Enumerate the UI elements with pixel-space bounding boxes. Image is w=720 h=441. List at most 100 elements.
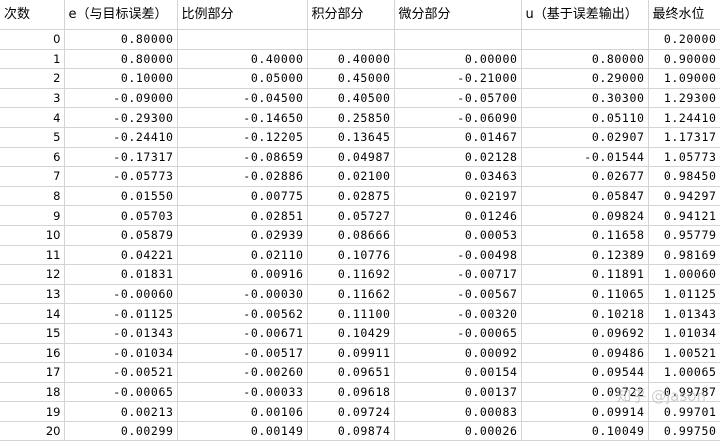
row-index-cell[interactable]: 0 [0,29,65,50]
row-index-cell[interactable]: 4 [0,107,65,128]
table-cell[interactable]: 0.02939 [177,225,308,246]
column-header[interactable]: e（与目标误差） [64,0,178,30]
table-cell[interactable]: 0.02677 [521,166,649,187]
table-cell[interactable]: 0.40000 [177,49,308,70]
table-cell[interactable]: -0.00033 [177,382,308,403]
row-index-cell[interactable]: 16 [0,343,65,364]
table-cell[interactable]: 0.00000 [394,49,522,70]
table-cell[interactable]: 0.00106 [177,401,308,422]
table-cell[interactable]: 0.40500 [307,88,395,109]
table-cell[interactable]: -0.00065 [64,382,178,403]
table-cell[interactable]: 0.80000 [64,29,178,50]
table-cell[interactable]: -0.00671 [177,323,308,344]
table-cell[interactable]: -0.21000 [394,68,522,89]
table-cell[interactable] [521,29,649,50]
table-cell[interactable]: 0.09651 [307,362,395,383]
table-cell[interactable]: 0.05879 [64,225,178,246]
table-cell[interactable]: 0.01831 [64,264,178,285]
table-cell[interactable]: 0.00026 [394,421,522,441]
column-header[interactable]: u（基于误差输出） [521,0,649,30]
table-cell[interactable]: 0.00137 [394,382,522,403]
table-cell[interactable]: 0.09722 [521,382,649,403]
table-cell[interactable]: 0.99701 [648,401,720,422]
row-index-cell[interactable]: 8 [0,186,65,207]
table-cell[interactable]: -0.00562 [177,303,308,324]
table-cell[interactable]: -0.00498 [394,245,522,266]
table-cell[interactable]: 0.05110 [521,107,649,128]
table-cell[interactable]: 0.02875 [307,186,395,207]
table-cell[interactable]: -0.12205 [177,127,308,148]
table-cell[interactable]: 1.00060 [648,264,720,285]
row-index-cell[interactable]: 6 [0,147,65,168]
table-cell[interactable]: -0.17317 [64,147,178,168]
table-cell[interactable]: 0.02110 [177,245,308,266]
row-index-cell[interactable]: 2 [0,68,65,89]
table-cell[interactable]: 0.40000 [307,49,395,70]
table-cell[interactable]: -0.00567 [394,284,522,305]
column-header[interactable]: 微分部分 [394,0,522,30]
table-cell[interactable]: 0.11891 [521,264,649,285]
table-cell[interactable]: 1.00521 [648,343,720,364]
table-cell[interactable]: 0.29000 [521,68,649,89]
column-header[interactable]: 比例部分 [177,0,308,30]
table-cell[interactable]: -0.00030 [177,284,308,305]
table-cell[interactable]: -0.04500 [177,88,308,109]
table-cell[interactable]: 0.01246 [394,205,522,226]
table-cell[interactable]: -0.00717 [394,264,522,285]
table-cell[interactable]: 0.09486 [521,343,649,364]
table-cell[interactable]: 0.12389 [521,245,649,266]
table-cell[interactable]: 0.10218 [521,303,649,324]
table-cell[interactable]: 0.98450 [648,166,720,187]
table-cell[interactable]: 0.05000 [177,68,308,89]
table-cell[interactable]: 0.00154 [394,362,522,383]
table-cell[interactable]: 0.09911 [307,343,395,364]
table-cell[interactable]: 0.00213 [64,401,178,422]
table-cell[interactable]: 0.00775 [177,186,308,207]
table-cell[interactable]: -0.14650 [177,107,308,128]
table-cell[interactable]: 1.29300 [648,88,720,109]
table-cell[interactable]: -0.00065 [394,323,522,344]
row-index-cell[interactable]: 9 [0,205,65,226]
table-cell[interactable]: -0.00320 [394,303,522,324]
row-index-cell[interactable]: 7 [0,166,65,187]
table-cell[interactable]: 1.17317 [648,127,720,148]
table-cell[interactable]: 1.00065 [648,362,720,383]
table-cell[interactable]: 0.08666 [307,225,395,246]
table-cell[interactable]: -0.05773 [64,166,178,187]
row-index-cell[interactable]: 13 [0,284,65,305]
table-cell[interactable]: 0.00053 [394,225,522,246]
table-cell[interactable]: 0.11692 [307,264,395,285]
table-cell[interactable]: 0.80000 [64,49,178,70]
table-cell[interactable]: 0.10776 [307,245,395,266]
table-cell[interactable]: 0.80000 [521,49,649,70]
table-cell[interactable]: -0.05700 [394,88,522,109]
table-cell[interactable]: 0.98169 [648,245,720,266]
table-cell[interactable] [307,29,395,50]
table-cell[interactable]: 0.02851 [177,205,308,226]
table-cell[interactable]: -0.00060 [64,284,178,305]
table-cell[interactable]: 0.94297 [648,186,720,207]
table-cell[interactable]: 0.10049 [521,421,649,441]
table-cell[interactable]: 0.09914 [521,401,649,422]
table-cell[interactable]: 1.05773 [648,147,720,168]
table-cell[interactable]: 0.00916 [177,264,308,285]
table-cell[interactable]: 0.20000 [648,29,720,50]
table-cell[interactable]: -0.02886 [177,166,308,187]
table-cell[interactable]: -0.01343 [64,323,178,344]
table-cell[interactable]: 1.09000 [648,68,720,89]
table-cell[interactable]: 1.01034 [648,323,720,344]
table-cell[interactable]: -0.00521 [64,362,178,383]
table-cell[interactable]: 0.05727 [307,205,395,226]
table-cell[interactable]: 0.00149 [177,421,308,441]
table-cell[interactable]: 0.95779 [648,225,720,246]
table-cell[interactable]: 0.02907 [521,127,649,148]
table-cell[interactable]: 0.09874 [307,421,395,441]
table-cell[interactable]: 0.03463 [394,166,522,187]
row-index-cell[interactable]: 14 [0,303,65,324]
row-index-cell[interactable]: 12 [0,264,65,285]
table-cell[interactable]: 0.25850 [307,107,395,128]
table-cell[interactable]: 0.09824 [521,205,649,226]
table-cell[interactable]: 0.99787 [648,382,720,403]
table-cell[interactable]: 0.30300 [521,88,649,109]
table-cell[interactable]: -0.08659 [177,147,308,168]
